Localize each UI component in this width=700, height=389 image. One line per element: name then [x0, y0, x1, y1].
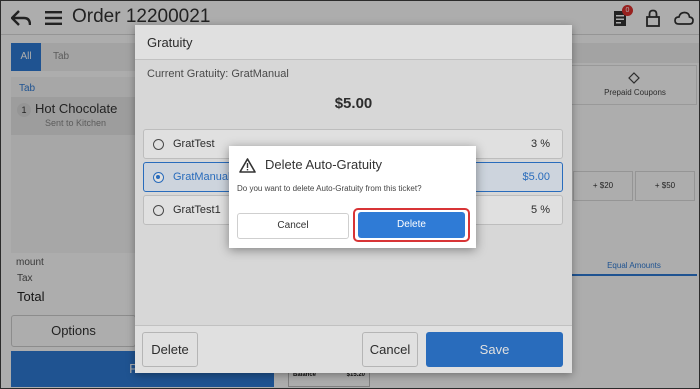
confirm-title: Delete Auto-Gratuity	[265, 157, 383, 172]
confirm-message: Do you want to delete Auto-Gratuity from…	[237, 184, 422, 193]
warning-icon	[239, 158, 256, 173]
confirm-cancel-button[interactable]: Cancel	[237, 213, 349, 239]
confirm-delete-button[interactable]: Delete	[358, 212, 465, 238]
delete-auto-gratuity-dialog: Delete Auto-Gratuity Do you want to dele…	[229, 146, 476, 248]
app-frame: Order 12200021 0 All Tab Tab 1 Hot Choco…	[0, 0, 700, 389]
